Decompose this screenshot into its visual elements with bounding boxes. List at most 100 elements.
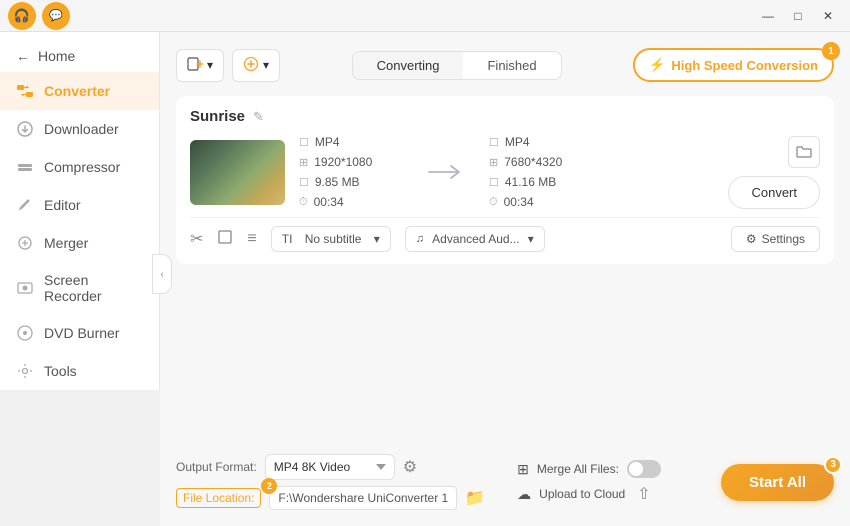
start-all-button[interactable]: Start All 3 — [721, 464, 834, 501]
compressor-icon — [16, 158, 34, 176]
dest-size: 41.16 MB — [505, 175, 556, 189]
close-button[interactable]: ✕ — [814, 5, 842, 27]
high-speed-badge: 1 — [822, 42, 840, 60]
tab-finished[interactable]: Finished — [463, 52, 560, 79]
main-header: ▾ ▾ Converting Finished ⚡ High Speed Con… — [176, 48, 834, 82]
bottom-mid-col: ⊞ Merge All Files: ☁ Upload to Cloud ⇧ — [517, 460, 661, 504]
file-location-label[interactable]: File Location: — [176, 488, 261, 508]
sidebar: ← Home Converter Downloader Compressor — [0, 32, 160, 390]
merger-icon — [16, 234, 34, 252]
sidebar-item-merger[interactable]: Merger — [0, 224, 159, 262]
output-format-label: Output Format: — [176, 460, 257, 474]
settings-label: Settings — [762, 232, 805, 246]
header-left: ▾ ▾ — [176, 49, 280, 82]
file-edit-icon[interactable]: ✎ — [253, 109, 264, 125]
titlebar-left-icons: 🎧 💬 — [8, 2, 70, 30]
maximize-button[interactable]: □ — [784, 5, 812, 27]
file-title-row: Sunrise ✎ — [190, 108, 820, 125]
merge-row: ⊞ Merge All Files: — [517, 460, 661, 478]
add-file-label: ▾ — [207, 58, 213, 72]
content-spacer — [176, 274, 834, 442]
badge2-wrapper: 2 F:\Wondershare UniConverter 1 — [269, 486, 457, 510]
bolt-icon: ⚡ — [649, 57, 665, 73]
settings-gear-icon: ⚙ — [746, 232, 757, 246]
source-format: MP4 — [315, 135, 340, 149]
sidebar-item-editor[interactable]: Editor — [0, 186, 159, 224]
audio-icon: ♫ — [416, 233, 424, 245]
tools-label: Tools — [44, 363, 77, 379]
sidebar-item-converter[interactable]: Converter — [0, 72, 159, 110]
subtitle-icon: TI — [282, 232, 293, 246]
main-content: ▾ ▾ Converting Finished ⚡ High Speed Con… — [160, 32, 850, 526]
toolbar-row: ✂ ≡ TI No subtitle ▾ ♫ Advanced Aud... ▾… — [190, 217, 820, 252]
source-resolution-row: ⊞ 1920*1080 — [299, 155, 401, 169]
upload-cloud-icon[interactable]: ⇧ — [637, 484, 650, 504]
editor-label: Editor — [44, 197, 81, 213]
message-icon[interactable]: 💬 — [42, 2, 70, 30]
source-size-row: ☐ 9.85 MB — [299, 175, 401, 189]
sidebar-home[interactable]: ← Home — [0, 40, 159, 72]
more-tools-icon[interactable]: ≡ — [247, 230, 256, 248]
tab-converting[interactable]: Converting — [353, 52, 464, 79]
sidebar-item-compressor[interactable]: Compressor — [0, 148, 159, 186]
source-size: 9.85 MB — [315, 175, 360, 189]
merger-label: Merger — [44, 235, 88, 251]
file-title: Sunrise — [190, 108, 245, 125]
dest-duration-row: ⏱ 00:34 — [489, 195, 591, 209]
resolution-icon: ⊞ — [299, 156, 308, 169]
dest-resolution-row: ⊞ 7680*4320 — [489, 155, 591, 169]
sidebar-item-tools[interactable]: Tools — [0, 352, 159, 390]
high-speed-button[interactable]: ⚡ High Speed Conversion 1 — [633, 48, 834, 82]
upload-row: ☁ Upload to Cloud ⇧ — [517, 484, 661, 504]
start-all-badge: 3 — [824, 456, 842, 474]
settings-small-icon[interactable]: ⚙ — [403, 457, 417, 477]
subtitle-chevron: ▾ — [374, 232, 380, 246]
downloader-icon — [16, 120, 34, 138]
subtitle-label: No subtitle — [305, 232, 362, 246]
add-more-chevron: ▾ — [263, 58, 269, 72]
add-file-button[interactable]: ▾ — [176, 49, 224, 82]
merge-icon: ⊞ — [517, 461, 529, 478]
compressor-label: Compressor — [44, 159, 120, 175]
cut-icon[interactable]: ✂ — [190, 229, 203, 249]
dest-dur-icon: ⏱ — [489, 196, 498, 209]
merge-toggle[interactable] — [627, 460, 661, 478]
subtitle-dropdown[interactable]: TI No subtitle ▾ — [271, 226, 391, 252]
source-format-row: ☐ MP4 — [299, 135, 401, 149]
titlebar: 🎧 💬 — □ ✕ — [0, 0, 850, 32]
bottom-bar: Output Format: MP4 8K Video MP4 4K Video… — [176, 442, 834, 510]
home-label: Home — [38, 48, 75, 64]
sidebar-collapse-button[interactable]: ‹ — [152, 254, 172, 294]
converter-icon — [16, 82, 34, 100]
dest-format: MP4 — [505, 135, 530, 149]
convert-button[interactable]: Convert — [728, 176, 820, 209]
app-body: ← Home Converter Downloader Compressor — [0, 32, 850, 526]
upload-label: Upload to Cloud — [539, 487, 625, 501]
headphone-icon[interactable]: 🎧 — [8, 2, 36, 30]
tab-group: Converting Finished — [352, 51, 562, 80]
sidebar-item-dvd-burner[interactable]: DVD Burner — [0, 314, 159, 352]
output-folder-button[interactable] — [788, 136, 820, 168]
dest-size-icon: ☐ — [489, 176, 499, 189]
tools-icon — [16, 362, 34, 380]
sidebar-item-screen-recorder[interactable]: Screen Recorder — [0, 262, 159, 314]
browse-folder-icon[interactable]: 📁 — [465, 488, 485, 508]
source-duration-row: ⏱ 00:34 — [299, 195, 401, 209]
output-format-select[interactable]: MP4 8K Video MP4 4K Video MP4 1080p — [265, 454, 395, 480]
file-card: Sunrise ✎ ☐ MP4 ⊞ 1920*1080 — [176, 96, 834, 264]
file-location-row: File Location: 2 F:\Wondershare UniConve… — [176, 486, 485, 510]
dest-size-row: ☐ 41.16 MB — [489, 175, 591, 189]
screen-recorder-icon — [16, 279, 34, 297]
dest-info: ☐ MP4 ⊞ 7680*4320 ☐ 41.16 MB ⏱ 00:34 — [475, 135, 605, 209]
audio-dropdown[interactable]: ♫ Advanced Aud... ▾ — [405, 226, 545, 252]
dvd-burner-icon — [16, 324, 34, 342]
toggle-knob — [629, 462, 643, 476]
sidebar-item-downloader[interactable]: Downloader — [0, 110, 159, 148]
minimize-button[interactable]: — — [754, 5, 782, 27]
convert-btn-area: Convert — [728, 136, 820, 209]
dest-resolution: 7680*4320 — [504, 155, 562, 169]
settings-button[interactable]: ⚙ Settings — [731, 226, 820, 252]
add-more-button[interactable]: ▾ — [232, 49, 280, 82]
audio-chevron: ▾ — [528, 232, 534, 246]
crop-icon[interactable] — [217, 229, 233, 250]
